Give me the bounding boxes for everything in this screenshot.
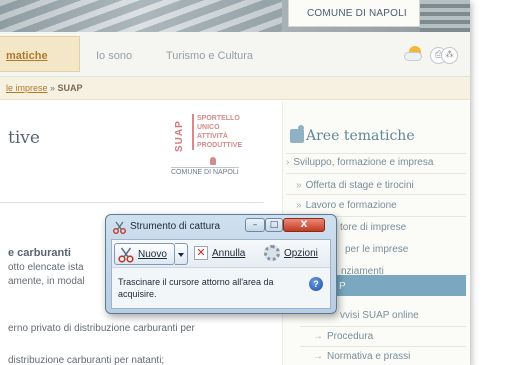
nav-item-io-sono[interactable]: Io sono [96, 50, 132, 62]
snipping-toolbar: Nuovo ✕ Annulla Opzioni [112, 240, 330, 268]
double-chevron-icon: » [296, 200, 302, 211]
maximize-button[interactable]: □ [265, 218, 283, 232]
chevron-right-icon: › [286, 157, 290, 168]
suap-logo-vertical-text: SUAP [174, 120, 185, 152]
divider [0, 202, 264, 203]
sidebar-item-normativa[interactable]: → Normativa e prassi [313, 351, 410, 362]
sidebar-item-lavoro[interactable]: » Lavoro e formazione [296, 200, 397, 211]
arrow-right-icon: → [313, 331, 323, 342]
double-chevron-icon: » [296, 180, 302, 191]
cancel-button[interactable]: Annulla [212, 248, 245, 259]
sidebar-item-stage[interactable]: » Offerta di stage e tirocini [296, 180, 414, 191]
content-line: amente, in modal [8, 276, 85, 287]
comune-label[interactable]: COMUNE DI NAPOLI [288, 0, 420, 27]
nav-item-turismo-cultura[interactable]: Turismo e Cultura [166, 50, 253, 62]
suap-logo-comune: COMUNE DI NAPOLI [171, 167, 239, 176]
divider [300, 326, 466, 327]
breadcrumb-bar: le imprese » SUAP [0, 77, 470, 100]
page-title: tive [8, 128, 40, 148]
arrow-right-icon: → [313, 351, 323, 362]
sitemap-icon[interactable]: ⁂ [441, 47, 458, 64]
instructions-text: Trascinare il cursore attorno all'area d… [118, 277, 274, 299]
sidebar-item-label: Normativa e prassi [327, 351, 411, 362]
breadcrumb-current: SUAP [57, 83, 83, 93]
banner-building-image [420, 0, 470, 32]
banner-sea-image [0, 0, 282, 32]
divider [286, 173, 466, 174]
sidebar-title: Aree tematiche [306, 128, 415, 144]
suap-logo: SUAP SPORTELLO UNICO ATTIVITÀ PRODUTTIVE… [168, 111, 268, 179]
cancel-icon[interactable]: ✕ [194, 246, 208, 260]
breadcrumb: le imprese » SUAP [6, 83, 83, 93]
suap-logo-line: PRODUTTIVE [192, 141, 242, 150]
divider [286, 153, 466, 154]
breadcrumb-link-imprese[interactable]: le imprese [6, 83, 48, 93]
section-title: e carburanti [8, 247, 71, 259]
suap-logo-line: SPORTELLO [192, 114, 242, 123]
minimize-button[interactable]: – [245, 218, 265, 232]
snip-mode-dropdown[interactable] [175, 243, 188, 265]
scissors-icon [118, 247, 134, 263]
main-nav: matiche Io sono Turismo e Cultura ⎙ ⁂ [0, 32, 470, 77]
sidebar-item-sviluppo[interactable]: › Sviluppo, formazione e impresa [286, 157, 433, 168]
suap-logo-line: UNICO [192, 123, 242, 132]
divider [286, 194, 466, 195]
header-banner: COMUNE DI NAPOLI [0, 0, 470, 32]
snipping-tool-body: Nuovo ✕ Annulla Opzioni Trascinare il cu… [111, 239, 331, 309]
suap-logo-text: SPORTELLO UNICO ATTIVITÀ PRODUTTIVE [192, 114, 242, 150]
suap-logo-line: ATTIVITÀ [192, 132, 242, 141]
snipping-tool-window[interactable]: Strumento di cattura – □ X Nuovo ✕ Annul… [105, 214, 337, 314]
sidebar-item-label: Sviluppo, formazione e impresa [293, 157, 434, 168]
weather-icon[interactable] [402, 44, 424, 64]
content-line: otto elencate ista [8, 262, 84, 273]
close-button[interactable]: X [283, 218, 325, 232]
nav-item-aree-tematiche[interactable]: matiche [6, 50, 48, 62]
sidebar-item-avvisi-suap[interactable]: vvisi SUAP online [340, 310, 419, 321]
gear-icon[interactable] [264, 245, 280, 261]
sidebar-item-servizi-imprese[interactable]: per le imprese [345, 244, 408, 255]
content-line: distribuzione carburanti per natanti; [8, 355, 165, 365]
puzzle-icon [290, 125, 304, 143]
sidebar-item-procedura[interactable]: → Procedura [313, 331, 373, 342]
sidebar-item-label: Procedura [327, 331, 374, 342]
content-line: erno privato di distribuzione carburanti… [8, 323, 195, 334]
new-snip-label: Nuovo [138, 249, 167, 260]
breadcrumb-separator: » [47, 83, 58, 93]
window-title: Strumento di cattura [130, 221, 221, 232]
sidebar-item-label: Lavoro e formazione [305, 200, 397, 211]
divider [300, 346, 466, 347]
comune-crest-icon [210, 157, 216, 165]
browser-page-screenshot: COMUNE DI NAPOLI matiche Io sono Turismo… [0, 0, 470, 365]
sidebar-item-label: Offerta di stage e tirocini [305, 180, 414, 191]
scissors-icon [113, 221, 126, 234]
new-snip-button[interactable]: Nuovo [114, 243, 175, 265]
help-icon[interactable]: ? [309, 277, 323, 291]
sidebar-item-suap-label: P [339, 281, 346, 292]
options-button[interactable]: Opzioni [284, 248, 318, 259]
sidebar-item-registro-imprese[interactable]: tore di imprese [340, 222, 406, 233]
